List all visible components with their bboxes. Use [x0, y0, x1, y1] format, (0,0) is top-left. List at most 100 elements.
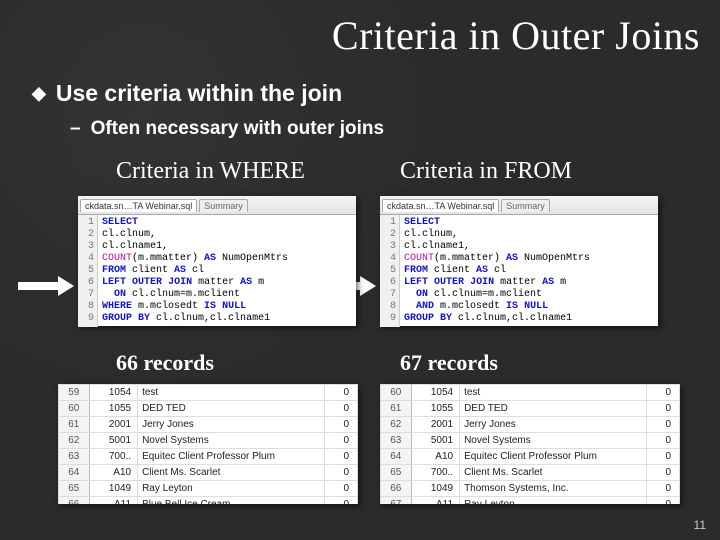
sql-editor-where: ckdata.sn…TA Webinar.sql Summary 1234567…: [78, 196, 356, 326]
editor-tabs: ckdata.sn…TA Webinar.sql Summary: [380, 196, 658, 215]
row-header: 64: [381, 449, 412, 465]
table-row: 601055DED TED0: [59, 401, 358, 417]
cell-count: 0: [647, 385, 680, 401]
tab-summary[interactable]: Summary: [501, 199, 550, 212]
table-row: 64A10Equitec Client Professor Plum0: [381, 449, 680, 465]
table-row: 66A11Blue Bell Ice Cream0: [59, 497, 358, 505]
row-header: 62: [59, 433, 90, 449]
row-header: 60: [381, 385, 412, 401]
cell-id: A10: [411, 449, 459, 465]
row-header: 66: [59, 497, 90, 505]
cell-count: 0: [647, 401, 680, 417]
result-table-where: 591054test0601055DED TED0612001Jerry Jon…: [58, 384, 358, 504]
bullet-sub: –Often necessary with outer joins: [70, 118, 384, 140]
table-row: 651049Ray Leyton0: [59, 481, 358, 497]
bullet-main-text: Use criteria within the join: [56, 80, 342, 106]
line-gutter: 123456789: [380, 215, 400, 327]
table-row: 625001Novel Systems0: [59, 433, 358, 449]
cell-id: 5001: [89, 433, 137, 449]
cell-id: 1054: [411, 385, 459, 401]
dash-icon: –: [70, 118, 81, 140]
row-header: 62: [381, 417, 412, 433]
tab-active[interactable]: ckdata.sn…TA Webinar.sql: [80, 199, 197, 212]
cell-count: 0: [325, 449, 358, 465]
cell-id: 5001: [411, 433, 459, 449]
line-gutter: 123456789: [78, 215, 98, 327]
cell-name: Ray Leyton: [460, 497, 647, 505]
heading-where: Criteria in WHERE: [116, 158, 305, 185]
cell-id: 2001: [89, 417, 137, 433]
cell-name: DED TED: [460, 401, 647, 417]
bullet-main: ◆ Use criteria within the join: [32, 80, 342, 107]
cell-count: 0: [325, 433, 358, 449]
row-header: 63: [381, 433, 412, 449]
table-row: 63700..Equitec Client Professor Plum0: [59, 449, 358, 465]
cell-name: Equitec Client Professor Plum: [138, 449, 325, 465]
cell-count: 0: [647, 465, 680, 481]
row-header: 67: [381, 497, 412, 505]
slide: Criteria in Outer Joins ◆ Use criteria wi…: [0, 0, 720, 540]
records-where: 66 records: [116, 350, 214, 376]
records-from: 67 records: [400, 350, 498, 376]
cell-id: 1055: [411, 401, 459, 417]
cell-count: 0: [325, 481, 358, 497]
cell-name: Jerry Jones: [138, 417, 325, 433]
cell-count: 0: [325, 417, 358, 433]
cell-id: 2001: [411, 417, 459, 433]
sql-code-where: SELECT cl.clnum, cl.clname1, COUNT(m.mma…: [98, 215, 292, 327]
cell-count: 0: [325, 497, 358, 505]
cell-count: 0: [325, 401, 358, 417]
editor-tabs: ckdata.sn…TA Webinar.sql Summary: [78, 196, 356, 215]
table-row: 591054test0: [59, 385, 358, 401]
cell-id: 1049: [89, 481, 137, 497]
cell-name: DED TED: [138, 401, 325, 417]
cell-name: Thomson Systems, Inc.: [460, 481, 647, 497]
slide-title: Criteria in Outer Joins: [332, 12, 700, 59]
tab-active[interactable]: ckdata.sn…TA Webinar.sql: [382, 199, 499, 212]
diamond-icon: ◆: [32, 83, 46, 104]
cell-name: test: [460, 385, 647, 401]
cell-id: A10: [89, 465, 137, 481]
page-number: 11: [694, 518, 706, 532]
cell-name: Novel Systems: [460, 433, 647, 449]
tab-summary[interactable]: Summary: [199, 199, 248, 212]
row-header: 65: [381, 465, 412, 481]
cell-id: A11: [411, 497, 459, 505]
row-header: 64: [59, 465, 90, 481]
table-row: 611055DED TED0: [381, 401, 680, 417]
cell-id: 1049: [411, 481, 459, 497]
cell-id: 1055: [89, 401, 137, 417]
table-row: 64A10Client Ms. Scarlet0: [59, 465, 358, 481]
row-header: 61: [59, 417, 90, 433]
cell-count: 0: [325, 465, 358, 481]
cell-id: A11: [89, 497, 137, 505]
sql-editor-from: ckdata.sn…TA Webinar.sql Summary 1234567…: [380, 196, 658, 326]
cell-name: Equitec Client Professor Plum: [460, 449, 647, 465]
table-row: 601054test0: [381, 385, 680, 401]
cell-count: 0: [325, 385, 358, 401]
row-header: 63: [59, 449, 90, 465]
cell-count: 0: [647, 417, 680, 433]
cell-name: Client Ms. Scarlet: [460, 465, 647, 481]
cell-count: 0: [647, 449, 680, 465]
cell-id: 700..: [89, 449, 137, 465]
table-row: 67A11Ray Leyton0: [381, 497, 680, 505]
table-row: 661049Thomson Systems, Inc.0: [381, 481, 680, 497]
row-header: 61: [381, 401, 412, 417]
bullet-sub-text: Often necessary with outer joins: [91, 118, 385, 139]
row-header: 59: [59, 385, 90, 401]
cell-name: Jerry Jones: [460, 417, 647, 433]
cell-count: 0: [647, 433, 680, 449]
cell-name: Client Ms. Scarlet: [138, 465, 325, 481]
cell-name: test: [138, 385, 325, 401]
result-table-from: 601054test0611055DED TED0622001Jerry Jon…: [380, 384, 680, 504]
arrow-icon: [18, 276, 74, 296]
table-row: 635001Novel Systems0: [381, 433, 680, 449]
cell-name: Novel Systems: [138, 433, 325, 449]
table-row: 622001Jerry Jones0: [381, 417, 680, 433]
sql-code-from: SELECT cl.clnum, cl.clname1, COUNT(m.mma…: [400, 215, 594, 327]
heading-from: Criteria in FROM: [400, 158, 572, 185]
cell-id: 1054: [89, 385, 137, 401]
table-row: 65700..Client Ms. Scarlet0: [381, 465, 680, 481]
cell-id: 700..: [411, 465, 459, 481]
